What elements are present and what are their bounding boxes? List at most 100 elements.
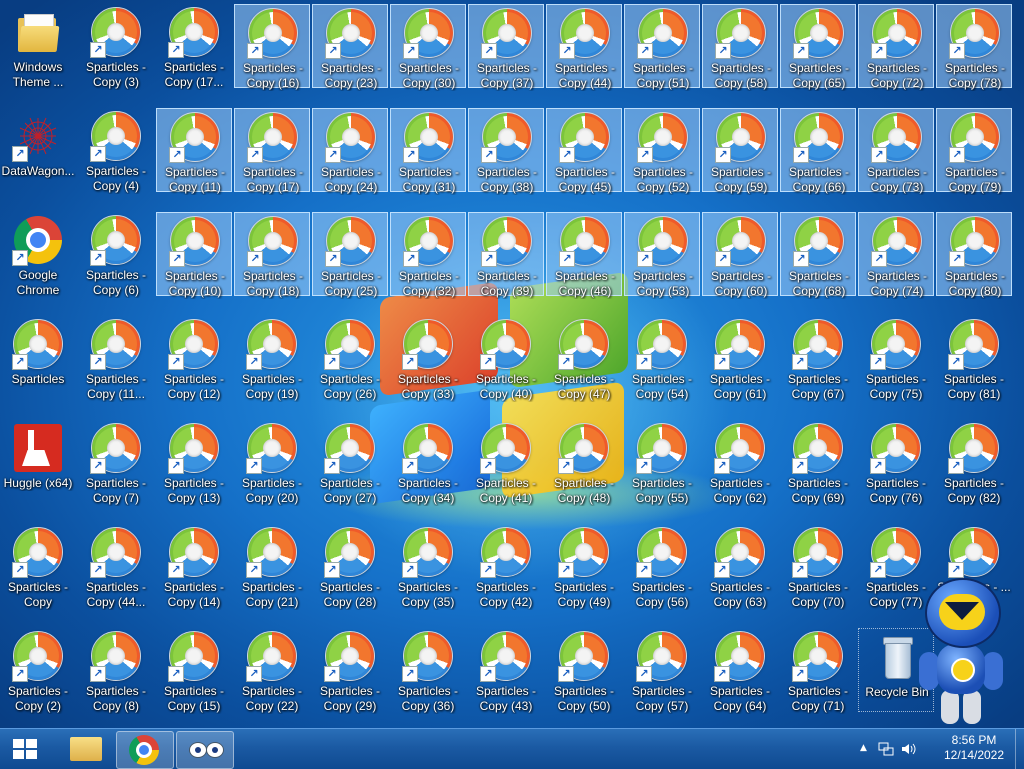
desktop-icon-sparticles-copy[interactable]: ↗ Sparticles - Copy (53) — [624, 212, 700, 298]
sparticles-icon: ↗ — [168, 423, 219, 474]
desktop-icon-sparticles-copy[interactable]: ↗ Sparticles - Copy — [0, 524, 76, 609]
desktop-icon-sparticles-copy[interactable]: ↗ Sparticles - Copy (82) — [936, 420, 1012, 505]
desktop[interactable]: Windows Theme ... ↗ DataWagon... ↗ Googl… — [0, 0, 1024, 728]
show-hidden-icons-chevron-icon[interactable]: ▲ — [860, 743, 867, 753]
desktop-icon-sparticles-copy[interactable]: ↗ Sparticles - Copy (52) — [624, 108, 700, 194]
desktop-icon-sparticles-copy[interactable]: ↗ Sparticles - Copy (46) — [546, 212, 622, 298]
desktop-icon-sparticles-copy[interactable]: ↗ Sparticles - Copy (31) — [390, 108, 466, 194]
desktop-icon-sparticles-copy[interactable]: ↗ Sparticles - Copy (11) — [156, 108, 232, 194]
desktop-icon-windows-theme[interactable]: Windows Theme ... — [0, 4, 76, 89]
desktop-icon-sparticles-copy[interactable]: ↗ Sparticles - Copy (51) — [624, 4, 700, 90]
desktop-icon-sparticles-copy[interactable]: ↗ Sparticles - Copy (6) — [78, 212, 154, 297]
desktop-icon-sparticles-copy[interactable]: ↗ Sparticles - Copy (45) — [546, 108, 622, 194]
desktop-icon-sparticles-copy[interactable]: ↗ Sparticles - Copy (57) — [624, 628, 700, 713]
taskbar-chrome-button[interactable] — [116, 731, 174, 769]
desktop-icon-sparticles-copy[interactable]: ↗ Sparticles - Copy (22) — [234, 628, 310, 713]
desktop-icon-sparticles-copy[interactable]: ↗ Sparticles - Copy (20) — [234, 420, 310, 505]
desktop-icon-sparticles-copy[interactable]: ↗ Sparticles - Copy (13) — [156, 420, 232, 505]
desktop-icon-sparticles-copy[interactable]: ↗ Sparticles - Copy (50) — [546, 628, 622, 713]
desktop-icon-sparticles-copy[interactable]: ↗ Sparticles - Copy (65) — [780, 4, 856, 90]
desktop-icon-sparticles-copy[interactable]: ↗ Sparticles - Copy (18) — [234, 212, 310, 298]
taskbar-eyes-app-button[interactable] — [176, 731, 234, 769]
desktop-icon-sparticles-copy[interactable]: ↗ Sparticles - Copy (11... — [78, 316, 154, 401]
desktop-icon-sparticles-copy[interactable]: ↗ Sparticles - Copy (21) — [234, 524, 310, 609]
clock[interactable]: 8:56 PM 12/14/2022 — [934, 733, 1014, 763]
desktop-icon-sparticles-copy[interactable]: ↗ Sparticles - Copy (42) — [468, 524, 544, 609]
desktop-icon-sparticles-copy[interactable]: ↗ Sparticles - Copy (2) — [0, 628, 76, 713]
desktop-icon-sparticles-copy[interactable]: ↗ Sparticles - Copy (23) — [312, 4, 388, 90]
desktop-icon-sparticles-copy[interactable]: ↗ Sparticles - Copy (28) — [312, 524, 388, 609]
desktop-icon-sparticles-copy[interactable]: ↗ Sparticles - Copy (55) — [624, 420, 700, 505]
desktop-icon-sparticles-copy[interactable]: ↗ Sparticles - Copy (75) — [858, 316, 934, 401]
desktop-icon-sparticles-copy[interactable]: ↗ Sparticles - Copy (68) — [780, 212, 856, 298]
desktop-icon-sparticles-copy[interactable]: ↗ Sparticles - Copy (29) — [312, 628, 388, 713]
desktop-icon-sparticles-copy[interactable]: ↗ Sparticles - Copy (81) — [936, 316, 1012, 401]
desktop-icon-sparticles-copy[interactable]: ↗ Sparticles - Copy (26) — [312, 316, 388, 401]
desktop-icon-sparticles-copy[interactable]: ↗ Sparticles - Copy (39) — [468, 212, 544, 298]
desktop-icon-sparticles-copy[interactable]: ↗ Sparticles - Copy (16) — [234, 4, 310, 90]
desktop-icon-sparticles-copy[interactable]: ↗ Sparticles - Copy (32) — [390, 212, 466, 298]
desktop-icon-sparticles-copy[interactable]: ↗ Sparticles - Copy (72) — [858, 4, 934, 90]
desktop-icon-sparticles-copy[interactable]: ↗ Sparticles - Copy (69) — [780, 420, 856, 505]
show-desktop-button[interactable] — [1015, 729, 1024, 769]
desktop-icon-sparticles-copy[interactable]: ↗ Sparticles - Copy (48) — [546, 420, 622, 505]
desktop-icon-sparticles-copy[interactable]: ↗ Sparticles - Copy (12) — [156, 316, 232, 401]
desktop-icon-sparticles-copy[interactable]: ↗ Sparticles - Copy (47) — [546, 316, 622, 401]
start-button[interactable] — [0, 729, 50, 769]
robot-mascot-image[interactable] — [915, 578, 1007, 728]
desktop-icon-sparticles-copy[interactable]: ↗ Sparticles - Copy (44) — [546, 4, 622, 90]
desktop-icon-sparticles-copy[interactable]: ↗ Sparticles - Copy (66) — [780, 108, 856, 194]
desktop-icon-sparticles-copy[interactable]: ↗ Sparticles - Copy (63) — [702, 524, 778, 609]
desktop-icon-sparticles-copy[interactable]: ↗ Sparticles - Copy (36) — [390, 628, 466, 713]
desktop-icon-sparticles-copy[interactable]: ↗ Sparticles - Copy (41) — [468, 420, 544, 505]
desktop-icon-sparticles-copy[interactable]: ↗ Sparticles - Copy (56) — [624, 524, 700, 609]
desktop-icon-sparticles-copy[interactable]: ↗ Sparticles - Copy (54) — [624, 316, 700, 401]
desktop-icon-sparticles-copy[interactable]: ↗ Sparticles - Copy (10) — [156, 212, 232, 298]
desktop-icon-sparticles-copy[interactable]: ↗ Sparticles - Copy (79) — [936, 108, 1012, 194]
desktop-icon-sparticles-copy[interactable]: ↗ Sparticles - Copy (14) — [156, 524, 232, 609]
desktop-icon-sparticles-copy[interactable]: ↗ Sparticles - Copy (15) — [156, 628, 232, 713]
desktop-icon-sparticles-copy[interactable]: ↗ Sparticles - Copy (37) — [468, 4, 544, 90]
desktop-icon-sparticles-copy[interactable]: ↗ Sparticles - Copy (80) — [936, 212, 1012, 298]
sparticles-icon: ↗ — [403, 8, 454, 59]
desktop-icon-sparticles-copy[interactable]: ↗ Sparticles - Copy (25) — [312, 212, 388, 298]
desktop-icon-sparticles[interactable]: ↗ Sparticles — [0, 316, 76, 400]
desktop-icon-sparticles-copy[interactable]: ↗ Sparticles - Copy (35) — [390, 524, 466, 609]
desktop-icon-sparticles-copy[interactable]: ↗ Sparticles - Copy (70) — [780, 524, 856, 609]
desktop-icon-sparticles-copy[interactable]: ↗ Sparticles - Copy (19) — [234, 316, 310, 401]
desktop-icon-sparticles-copy[interactable]: ↗ Sparticles - Copy (44... — [78, 524, 154, 609]
desktop-icon-sparticles-copy[interactable]: ↗ Sparticles - Copy (4) — [78, 108, 154, 193]
desktop-icon-sparticles-copy[interactable]: ↗ Sparticles - Copy (27) — [312, 420, 388, 505]
desktop-icon-google-chrome[interactable]: ↗ Google Chrome — [0, 212, 76, 297]
desktop-icon-sparticles-copy[interactable]: ↗ Sparticles - Copy (43) — [468, 628, 544, 713]
desktop-icon-sparticles-copy[interactable]: ↗ Sparticles - Copy (33) — [390, 316, 466, 401]
desktop-icon-sparticles-copy[interactable]: ↗ Sparticles - Copy (40) — [468, 316, 544, 401]
desktop-icon-sparticles-copy[interactable]: ↗ Sparticles - Copy (17) — [234, 108, 310, 194]
volume-icon[interactable] — [900, 741, 916, 760]
desktop-icon-sparticles-copy[interactable]: ↗ Sparticles - Copy (24) — [312, 108, 388, 194]
taskbar-file-explorer-button[interactable] — [58, 731, 114, 767]
desktop-icon-sparticles-copy[interactable]: ↗ Sparticles - Copy (74) — [858, 212, 934, 298]
desktop-icon-sparticles-copy[interactable]: ↗ Sparticles - Copy (76) — [858, 420, 934, 505]
desktop-icon-sparticles-copy[interactable]: ↗ Sparticles - Copy (67) — [780, 316, 856, 401]
desktop-icon-sparticles-copy[interactable]: ↗ Sparticles - Copy (30) — [390, 4, 466, 90]
desktop-icon-sparticles-copy[interactable]: ↗ Sparticles - Copy (62) — [702, 420, 778, 505]
desktop-icon-sparticles-copy[interactable]: ↗ Sparticles - Copy (49) — [546, 524, 622, 609]
desktop-icon-sparticles-copy[interactable]: ↗ Sparticles - Copy (8) — [78, 628, 154, 713]
desktop-icon-sparticles-copy[interactable]: ↗ Sparticles - Copy (59) — [702, 108, 778, 194]
desktop-icon-sparticles-copy[interactable]: ↗ Sparticles - Copy (61) — [702, 316, 778, 401]
desktop-icon-sparticles-copy[interactable]: ↗ Sparticles - Copy (3) — [78, 4, 154, 89]
network-icon[interactable] — [878, 741, 894, 760]
desktop-icon-sparticles-copy[interactable]: ↗ Sparticles - Copy (34) — [390, 420, 466, 505]
desktop-icon-sparticles-copy[interactable]: ↗ Sparticles - Copy (38) — [468, 108, 544, 194]
desktop-icon-huggle[interactable]: Huggle (x64) — [0, 420, 76, 504]
desktop-icon-sparticles-copy[interactable]: ↗ Sparticles - Copy (73) — [858, 108, 934, 194]
desktop-icon-sparticles-copy[interactable]: ↗ Sparticles - Copy (60) — [702, 212, 778, 298]
desktop-icon-sparticles-copy[interactable]: ↗ Sparticles - Copy (17... — [156, 4, 232, 89]
desktop-icon-sparticles-copy[interactable]: ↗ Sparticles - Copy (78) — [936, 4, 1012, 90]
desktop-icon-sparticles-copy[interactable]: ↗ Sparticles - Copy (71) — [780, 628, 856, 713]
desktop-icon-sparticles-copy[interactable]: ↗ Sparticles - Copy (7) — [78, 420, 154, 505]
desktop-icon-sparticles-copy[interactable]: ↗ Sparticles - Copy (64) — [702, 628, 778, 713]
desktop-icon-datawagon[interactable]: ↗ DataWagon... — [0, 108, 76, 192]
desktop-icon-sparticles-copy[interactable]: ↗ Sparticles - Copy (58) — [702, 4, 778, 90]
